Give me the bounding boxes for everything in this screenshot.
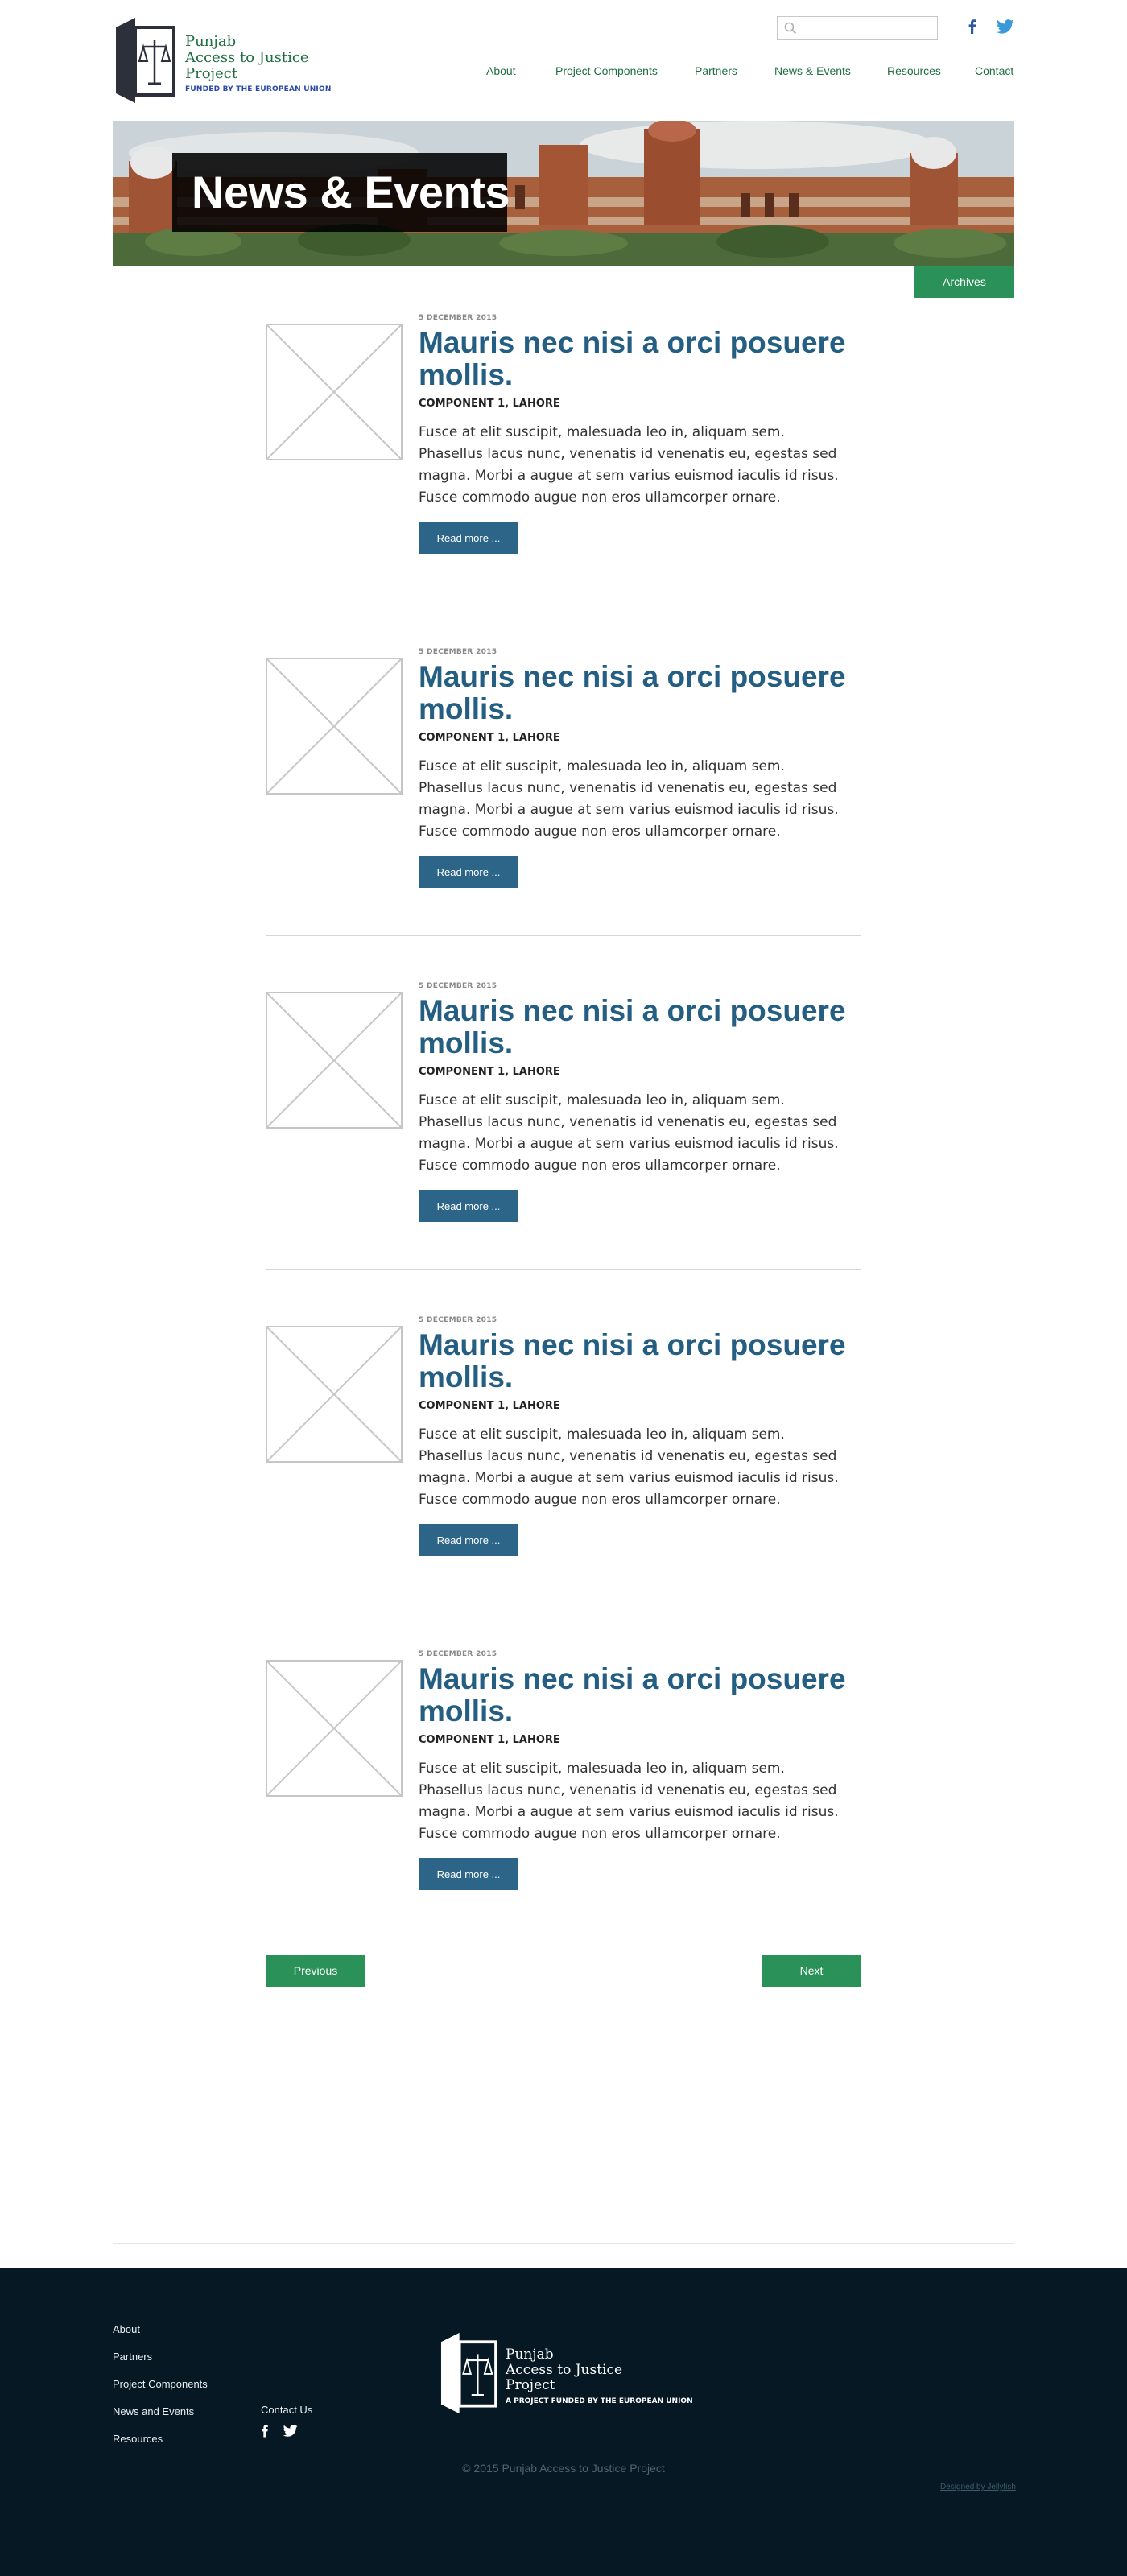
article-excerpt: Fusce at elit suscipit, malesuada leo in… [419, 424, 839, 506]
logo-line-1: Punjab [185, 33, 237, 50]
footer-funded-text: A PROJECT FUNDED BY THE EUROPEAN UNION [506, 2397, 693, 2405]
copyright-text: © 2015 Punjab Access to Justice Project [462, 2462, 665, 2475]
archives-button[interactable]: Archives [914, 266, 1014, 298]
twitter-icon[interactable] [283, 2425, 298, 2437]
footer-link-resources[interactable]: Resources [113, 2433, 163, 2445]
hero-banner: News & Events [113, 121, 1014, 266]
article-excerpt: Fusce at elit suscipit, malesuada leo in… [419, 1426, 839, 1508]
footer-link-about[interactable]: About [113, 2323, 140, 2335]
main-nav: About Project Components Partners News &… [483, 64, 1014, 80]
next-button[interactable]: Next [762, 1955, 861, 1987]
article-divider [266, 1269, 861, 1270]
logo-line-3: Project [185, 65, 238, 82]
article-excerpt: Fusce at elit suscipit, malesuada leo in… [419, 758, 839, 840]
news-article: 5 DECEMBER 2015 Mauris nec nisi a orci p… [266, 648, 861, 946]
read-more-button[interactable]: Read more ... [419, 1858, 518, 1890]
site-footer: About Partners Project Components News a… [0, 2268, 1127, 2576]
article-date: 5 DECEMBER 2015 [419, 1650, 497, 1658]
footer-logo-line-3: Project [506, 2377, 555, 2393]
article-title[interactable]: Mauris nec nisi a orci posuere mollis. [419, 1663, 853, 1728]
read-more-button[interactable]: Read more ... [419, 522, 518, 554]
article-title[interactable]: Mauris nec nisi a orci posuere mollis. [419, 1329, 853, 1393]
search-input[interactable] [802, 20, 931, 36]
article-category: COMPONENT 1, LAHORE [419, 1400, 560, 1412]
footer-logo-line-1: Punjab [506, 2347, 554, 2363]
justice-door-icon [440, 2332, 497, 2414]
article-date: 5 DECEMBER 2015 [419, 648, 497, 656]
read-more-button[interactable]: Read more ... [419, 856, 518, 888]
footer-separator [113, 2243, 1014, 2244]
article-excerpt: Fusce at elit suscipit, malesuada leo in… [419, 1092, 839, 1174]
news-article: 5 DECEMBER 2015 Mauris nec nisi a orci p… [266, 982, 861, 1280]
article-category: COMPONENT 1, LAHORE [419, 1066, 560, 1078]
article-divider [266, 935, 861, 936]
footer-logo-line-2: Access to Justice [506, 2362, 623, 2378]
facebook-icon[interactable] [968, 19, 977, 34]
footer-logo-wordmark: Punjab Access to Justice Project [506, 2347, 622, 2393]
article-title[interactable]: Mauris nec nisi a orci posuere mollis. [419, 327, 853, 391]
placeholder-image[interactable] [266, 1326, 402, 1463]
placeholder-image[interactable] [266, 324, 402, 460]
search-box[interactable] [777, 16, 938, 40]
read-more-button[interactable]: Read more ... [419, 1190, 518, 1222]
placeholder-image[interactable] [266, 992, 402, 1129]
nav-item-partners[interactable]: Partners [695, 64, 737, 77]
article-date: 5 DECEMBER 2015 [419, 982, 497, 990]
article-date: 5 DECEMBER 2015 [419, 314, 497, 322]
nav-item-about[interactable]: About [486, 64, 516, 77]
footer-logo[interactable]: Punjab Access to Justice Project A PROJE… [438, 2331, 696, 2420]
article-date: 5 DECEMBER 2015 [419, 1316, 497, 1324]
logo-funded-text: FUNDED BY THE EUROPEAN UNION [185, 85, 332, 93]
site-header: Punjab Access to Justice Project FUNDED … [0, 0, 1127, 121]
footer-contact-link[interactable]: Contact Us [261, 2404, 312, 2416]
article-excerpt: Fusce at elit suscipit, malesuada leo in… [419, 1761, 839, 1842]
page-title: News & Events [192, 167, 510, 217]
nav-item-project-components[interactable]: Project Components [555, 64, 658, 77]
news-article: 5 DECEMBER 2015 Mauris nec nisi a orci p… [266, 1650, 861, 1948]
placeholder-image[interactable] [266, 1660, 402, 1797]
justice-door-icon [116, 18, 175, 103]
article-category: COMPONENT 1, LAHORE [419, 1734, 560, 1746]
article-title[interactable]: Mauris nec nisi a orci posuere mollis. [419, 661, 853, 725]
logo-wordmark: Punjab Access to Justice Project [185, 34, 309, 82]
nav-item-resources[interactable]: Resources [887, 64, 941, 77]
article-category: COMPONENT 1, LAHORE [419, 398, 560, 410]
placeholder-image[interactable] [266, 658, 402, 795]
nav-item-news-events[interactable]: News & Events [774, 64, 851, 77]
read-more-button[interactable]: Read more ... [419, 1524, 518, 1556]
nav-item-contact[interactable]: Contact [975, 64, 1013, 77]
search-icon [784, 22, 797, 35]
footer-link-project-components[interactable]: Project Components [113, 2378, 208, 2390]
footer-link-news-events[interactable]: News and Events [113, 2405, 194, 2417]
article-category: COMPONENT 1, LAHORE [419, 732, 560, 744]
footer-link-partners[interactable]: Partners [113, 2351, 152, 2363]
article-title[interactable]: Mauris nec nisi a orci posuere mollis. [419, 995, 853, 1059]
logo-line-2: Access to Justice [185, 49, 309, 66]
news-article: 5 DECEMBER 2015 Mauris nec nisi a orci p… [266, 314, 861, 612]
twitter-icon[interactable] [997, 19, 1014, 34]
page-title-box: News & Events [172, 153, 510, 232]
previous-button[interactable]: Previous [266, 1955, 365, 1987]
site-logo[interactable]: Punjab Access to Justice Project FUNDED … [113, 16, 338, 105]
news-article: 5 DECEMBER 2015 Mauris nec nisi a orci p… [266, 1316, 861, 1614]
facebook-icon[interactable] [261, 2425, 269, 2438]
designed-by-link[interactable]: Designed by Jellyfish [940, 2483, 1016, 2491]
